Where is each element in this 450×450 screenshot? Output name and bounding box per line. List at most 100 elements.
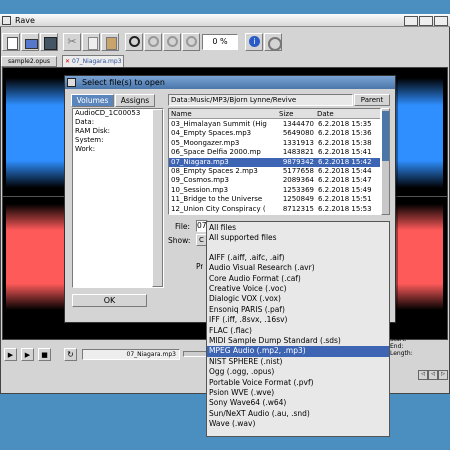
dropdown-item[interactable]: NIST SPHERE (.nist) <box>207 357 389 367</box>
copy-icon[interactable] <box>82 33 100 51</box>
tab-sample2[interactable]: sample2.opus <box>1 56 57 67</box>
volume-item[interactable]: AudioCD_1C00053 <box>73 109 163 118</box>
file-row[interactable]: 12_Union City Conspiracy (8712315 6.2.201… <box>169 205 380 214</box>
col-name[interactable]: Name <box>171 109 192 119</box>
zoom-out-icon[interactable] <box>163 33 181 51</box>
parent-button[interactable]: Parent <box>354 94 390 106</box>
close-gadget-icon[interactable] <box>2 16 11 25</box>
dropdown-item[interactable]: MIDI Sample Dump Standard (.sds) <box>207 336 389 346</box>
tab-niagara[interactable]: ✕ 07_Niagara.mp3 <box>62 55 124 67</box>
file-row[interactable]: 10_Session.mp3 1253369 6.2.2018 15:49 <box>169 186 380 195</box>
save-icon[interactable] <box>40 33 58 51</box>
open-icon[interactable] <box>21 33 39 51</box>
play-button[interactable]: ▶ <box>4 348 17 361</box>
pr-label: Pr <box>196 262 204 271</box>
file-size: 5177658 <box>282 167 314 175</box>
dropdown-item[interactable]: Dialogic VOX (.vox) <box>207 294 389 304</box>
dropdown-item[interactable]: Creative Voice (.voc) <box>207 284 389 294</box>
ok-button[interactable]: OK <box>72 294 147 307</box>
info-end: End: <box>390 343 404 350</box>
volume-item[interactable]: RAM Disk: <box>73 127 163 136</box>
file-row[interactable]: 05_Moongazer.mp3 1331913 6.2.2018 15:38 <box>169 139 380 148</box>
settings-icon[interactable] <box>264 33 282 51</box>
file-name: 11_Bridge to the Universe <box>171 195 263 204</box>
scroll-left-icon[interactable]: ◁ <box>418 370 428 380</box>
zoom-icon[interactable] <box>419 16 433 26</box>
file-row[interactable]: 07_Niagara.mp3 9879342 6.2.2018 15:42 <box>169 157 380 167</box>
col-date[interactable]: Date <box>317 109 334 119</box>
stop-button[interactable]: ■ <box>38 348 51 361</box>
dropdown-item[interactable]: AIFF (.aiff, .aifc, .aif) <box>207 253 389 263</box>
dialog-close-icon[interactable] <box>67 78 76 87</box>
waveform-top-left <box>6 78 64 188</box>
dropdown-item[interactable]: Ensoniq PARIS (.paf) <box>207 305 389 315</box>
volume-item[interactable]: Work: <box>73 145 163 154</box>
info-icon[interactable]: i <box>245 33 263 51</box>
file-name: 05_Moongazer.mp3 <box>171 138 240 147</box>
paste-icon[interactable] <box>101 33 119 51</box>
dropdown-item[interactable]: IFF (.iff, .8svx, .16sv) <box>207 315 389 325</box>
file-date: 6.2.2018 15:36 <box>318 129 372 138</box>
file-row[interactable]: 09_Cosmos.mp3 2089364 6.2.2018 15:47 <box>169 176 380 185</box>
dropdown-item[interactable]: Psion WVE (.wve) <box>207 388 389 398</box>
iconify-icon[interactable] <box>404 16 418 26</box>
dropdown-item[interactable]: All supported files <box>207 233 389 243</box>
window-gadgets[interactable] <box>404 16 448 26</box>
zoom-select-icon[interactable] <box>125 33 143 51</box>
file-row[interactable]: 03_Himalayan Summit (Hig 1344470 6.2.2018 … <box>169 120 380 129</box>
volumes-list[interactable]: AudioCD_1C00053 Data: RAM Disk: System: … <box>72 108 164 288</box>
file-name: 06_Space Delfia 2000.mp <box>171 148 261 157</box>
dropdown-item[interactable]: MPEG Audio (.mp2, .mp3) <box>207 346 389 357</box>
file-list-scrollbar[interactable] <box>381 108 390 215</box>
loop-button[interactable]: ↻ <box>64 348 77 361</box>
dropdown-item[interactable]: FLAC (.flac) <box>207 326 389 336</box>
dropdown-item[interactable]: Core Audio Format (.caf) <box>207 274 389 284</box>
new-icon[interactable] <box>2 33 20 51</box>
scroll-right-icon[interactable]: ▷ <box>438 370 448 380</box>
tab-close-icon[interactable]: ✕ <box>63 58 72 65</box>
waveform-bottom-left <box>6 204 64 310</box>
scroll-left2-icon[interactable]: ◁ <box>428 370 438 380</box>
file-date: 6.2.2018 15:47 <box>318 176 372 185</box>
dropdown-item[interactable]: All files <box>207 223 389 233</box>
file-row[interactable]: 04_Empty Spaces.mp3 5649080 6.2.2018 15:36 <box>169 129 380 138</box>
file-row[interactable]: 11_Bridge to the Universe 1250849 6.2.2018… <box>169 195 380 204</box>
volume-item[interactable]: System: <box>73 136 163 145</box>
tab-assigns[interactable]: Assigns <box>115 94 155 107</box>
dropdown-item[interactable]: Ogg (.ogg, .opus) <box>207 367 389 377</box>
file-date: 6.2.2018 15:38 <box>318 138 372 147</box>
file-list-header: Name Size Date <box>169 109 380 119</box>
title-bar[interactable] <box>0 14 450 27</box>
volume-item[interactable]: Data: <box>73 118 163 127</box>
path-field[interactable]: Data:Music/MP3/Bjorn Lynne/Revive <box>168 94 353 106</box>
h-scroll-gadgets[interactable]: ◁ ◁ ▷ <box>418 370 448 380</box>
depth-icon[interactable] <box>434 16 448 26</box>
zoom-all-icon[interactable] <box>182 33 200 51</box>
dropdown-item[interactable]: Portable Voice Format (.pvf) <box>207 378 389 388</box>
file-size: 9879342 <box>282 157 314 166</box>
file-date: 6.2.2018 15:51 <box>318 195 372 204</box>
play-selection-button[interactable]: ▶ <box>21 348 34 361</box>
file-name: 07_Niagara.mp3 <box>171 157 229 166</box>
file-date: 6.2.2018 15:53 <box>318 204 372 213</box>
file-row[interactable]: 06_Space Delfia 2000.mp 1483821 6.2.2018 1… <box>169 148 380 157</box>
zoom-in-icon[interactable] <box>144 33 162 51</box>
info-start: Start: <box>390 336 407 343</box>
window-title: Rave <box>15 16 35 25</box>
tab-volumes[interactable]: Volumes <box>71 94 114 107</box>
dialog-title: Select file(s) to open <box>82 78 165 87</box>
file-size: 1331913 <box>282 138 314 147</box>
dropdown-item[interactable]: Wave (.wav) <box>207 419 389 429</box>
show-label: Show: <box>168 236 191 245</box>
dropdown-item[interactable]: Sun/NeXT Audio (.au, .snd) <box>207 409 389 419</box>
cut-icon[interactable]: ✂ <box>63 33 81 51</box>
dropdown-item[interactable]: Audio Visual Research (.avr) <box>207 263 389 273</box>
scroll-knob[interactable] <box>382 111 389 161</box>
file-date: 6.2.2018 15:49 <box>318 185 372 194</box>
volumes-scrollbar[interactable] <box>152 109 163 287</box>
dropdown-item[interactable]: Sony Wave64 (.w64) <box>207 398 389 408</box>
col-size[interactable]: Size <box>279 109 293 119</box>
file-size: 1344470 <box>282 120 314 128</box>
file-row[interactable]: 08_Empty Spaces 2.mp3 5177658 6.2.2018 15:… <box>169 167 380 176</box>
volume-slider[interactable] <box>183 351 207 357</box>
